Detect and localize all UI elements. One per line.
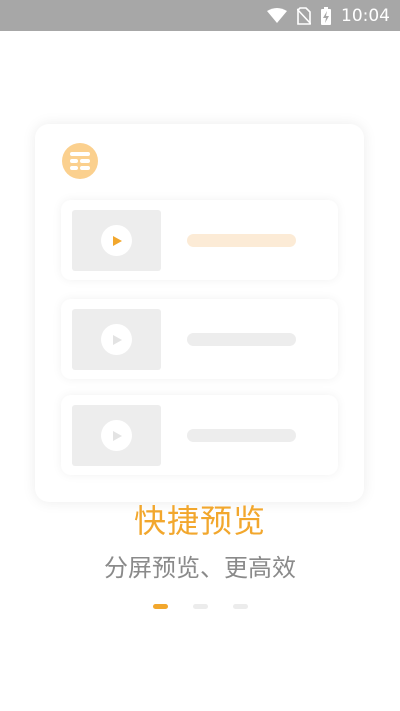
- page-dot-3[interactable]: [232, 604, 248, 609]
- page-dot-1[interactable]: [152, 604, 168, 609]
- play-icon: [101, 420, 132, 451]
- title-placeholder-bar: [187, 234, 296, 247]
- preview-illustration-card: [35, 124, 364, 502]
- onboarding-subtitle: 分屏预览、更高效: [104, 554, 296, 582]
- title-placeholder-bar: [187, 429, 296, 442]
- page-dot-2[interactable]: [192, 604, 208, 609]
- video-thumbnail: [72, 405, 161, 466]
- status-bar: 10:04: [0, 0, 400, 31]
- page-indicator: [0, 604, 400, 609]
- video-thumbnail: [72, 210, 161, 271]
- battery-charging-icon: [321, 6, 331, 25]
- play-icon: [101, 324, 132, 355]
- video-thumbnail: [72, 309, 161, 370]
- no-sim-icon: [297, 6, 311, 25]
- video-row-3: [61, 395, 338, 475]
- play-icon: [101, 225, 132, 256]
- video-row-2: [61, 299, 338, 379]
- onboarding-title: 快捷预览: [133, 502, 266, 540]
- grid-list-icon: [62, 143, 98, 179]
- wifi-icon: [267, 7, 287, 23]
- status-icons: 10:04: [267, 0, 390, 31]
- status-time: 10:04: [341, 5, 390, 26]
- video-row-1: [61, 200, 338, 280]
- title-placeholder-bar: [187, 333, 296, 346]
